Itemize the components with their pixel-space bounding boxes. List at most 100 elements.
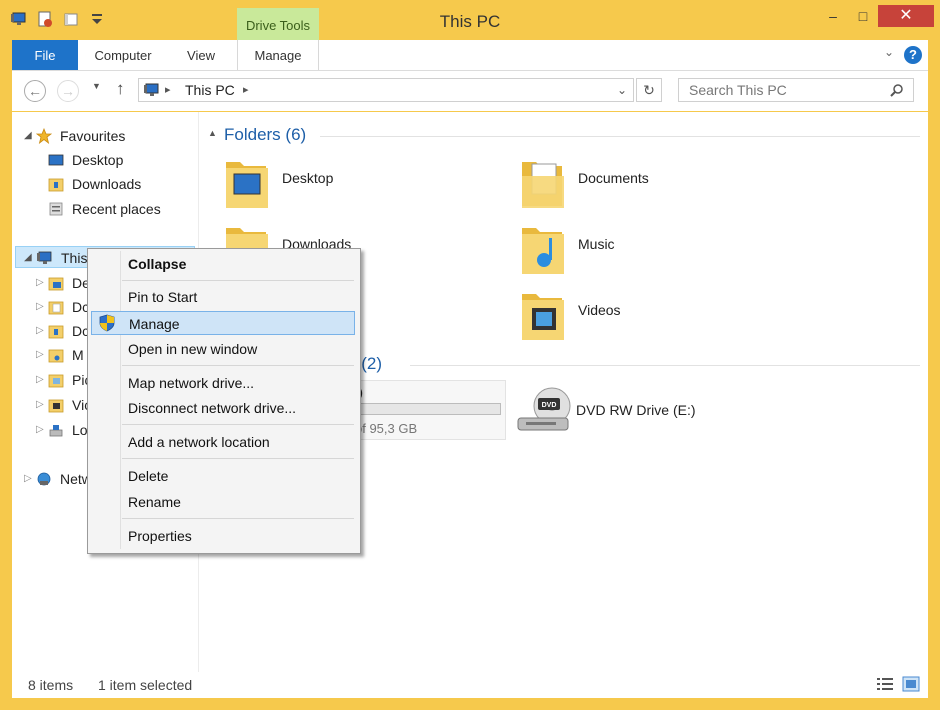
sidebar-label: This [61,250,88,266]
menu-item-disconnect-network-drive[interactable]: Disconnect network drive... [91,396,355,420]
menu-separator [122,518,354,519]
videos-folder-icon [48,399,64,413]
expand-arrow-icon[interactable]: ▷ [36,272,44,294]
folder-tile-desktop[interactable]: Desktop [222,152,462,212]
pictures-folder-icon [48,374,64,388]
recent-places-icon [49,202,63,216]
forward-button[interactable]: → [57,80,79,102]
breadcrumb-chevron-icon[interactable]: ▸ [243,79,249,101]
expand-arrow-icon[interactable]: ▷ [36,394,44,416]
maximize-button[interactable]: □ [848,5,878,27]
music-folder-icon [522,228,564,274]
network-icon [37,472,51,486]
menu-separator [122,424,354,425]
menu-item-open-in-new-window[interactable]: Open in new window [91,337,355,361]
desktop-icon [48,154,64,166]
drive-label: DVD RW Drive (E:) [576,402,696,418]
drive-free-space: of 95,3 GB [355,421,418,436]
breadcrumb-separator-icon: ▸ [165,84,171,96]
tab-computer[interactable]: Computer [84,40,162,70]
desktop-folder-icon [226,162,268,208]
sidebar-label: Downloads [72,176,142,192]
folder-tile-music[interactable]: Music [518,218,778,278]
item-count: 8 items [28,677,74,693]
collapse-arrow-icon[interactable]: ◢ [24,247,32,269]
music-folder-icon [48,349,64,363]
drive-tile-dvd[interactable]: DVD DVD RW Drive (E:) [516,382,756,442]
this-pc-icon [37,251,52,264]
menu-item-collapse[interactable]: Collapse [91,252,355,276]
address-dropdown-icon[interactable]: ⌄ [617,79,627,101]
folder-label: Music [578,236,615,252]
navigation-bar: ← → ▼ ↑ ▸ This PC ▸ ⌄ ↻ Search This PC [12,71,928,111]
group-divider [410,365,920,366]
menu-item-rename[interactable]: Rename [91,490,355,514]
back-button[interactable]: ← [24,80,46,102]
search-input[interactable]: Search This PC [678,78,914,102]
folder-label: Videos [578,302,621,318]
menu-item-delete[interactable]: Delete [91,464,355,488]
dvd-drive-icon: DVD [517,387,571,431]
status-bar: 8 items 1 item selected [12,672,928,698]
expand-arrow-icon[interactable]: ▷ [36,320,44,342]
folder-label: Documents [578,170,649,186]
up-button[interactable]: ↑ [116,79,125,99]
menu-separator [122,458,354,459]
sidebar-label: Lo [72,422,88,438]
sidebar-label: M [72,347,84,363]
sidebar-label: Desktop [72,152,124,168]
this-pc-icon [144,83,159,96]
folder-tile-documents[interactable]: Documents [518,152,778,212]
menu-item-pin-to-start[interactable]: Pin to Start [91,285,355,309]
help-icon[interactable]: ? [904,46,922,64]
folder-tile-videos[interactable]: Videos [518,284,778,344]
downloads-folder-icon [48,325,64,339]
address-bar[interactable]: ▸ This PC ▸ ⌄ [138,78,634,102]
refresh-button[interactable]: ↻ [636,78,662,102]
folder-label: Desktop [282,170,334,186]
recent-locations-chevron-icon[interactable]: ▼ [92,81,101,91]
ribbon-tabs: File Computer View Manage ⌄ ? [12,40,928,71]
menu-item-add-network-location[interactable]: Add a network location [91,430,355,454]
drive-tile-local-disk[interactable]: :) of 95,3 GB [346,380,506,440]
minimize-button[interactable]: – [818,5,848,27]
documents-folder-icon [48,301,64,315]
breadcrumb-this-pc[interactable]: This PC [185,79,235,101]
expand-arrow-icon[interactable]: ▷ [24,468,32,490]
tab-manage[interactable]: Manage [237,40,319,70]
dvd-badge-text: DVD [542,402,557,409]
folders-group-header[interactable]: Folders (6) [224,125,306,145]
window-title: This PC [439,12,501,31]
menu-item-map-network-drive[interactable]: Map network drive... [91,371,355,395]
tab-view[interactable]: View [177,40,225,70]
title-bar: Drive Tools This PC – □ ✕ [0,0,940,42]
local-disk-icon [49,425,63,437]
desktop-folder-icon [48,277,64,291]
expand-arrow-icon[interactable]: ▷ [36,369,44,391]
context-menu: Collapse Pin to Start Manage Open in new… [87,248,361,554]
large-icons-view-icon[interactable] [902,676,920,692]
window-controls: – □ ✕ [818,5,934,27]
sidebar-label: Recent places [72,201,161,217]
explorer-window: Drive Tools This PC – □ ✕ File Computer … [0,0,940,710]
shield-icon [99,314,115,332]
sidebar-label: Favourites [60,128,126,144]
menu-item-manage[interactable]: Manage [91,311,355,335]
documents-folder-icon [522,162,564,208]
selection-count: 1 item selected [98,677,193,693]
drive-usage-bar [355,403,501,415]
expand-arrow-icon[interactable]: ▷ [36,296,44,318]
details-view-icon[interactable] [876,676,894,692]
expand-arrow-icon[interactable]: ▷ [36,419,44,441]
downloads-folder-icon [48,178,64,192]
expand-arrow-icon[interactable]: ◢ [24,125,32,147]
expand-ribbon-icon[interactable]: ⌄ [884,45,894,59]
group-divider [320,136,920,137]
sidebar-item-favourites[interactable]: ◢ Favourites [24,125,194,147]
collapse-group-icon[interactable]: ▲ [208,128,217,138]
tab-file[interactable]: File [12,40,78,70]
search-icon[interactable] [890,83,904,97]
close-button[interactable]: ✕ [878,5,934,27]
menu-item-properties[interactable]: Properties [91,524,355,548]
expand-arrow-icon[interactable]: ▷ [36,344,44,366]
